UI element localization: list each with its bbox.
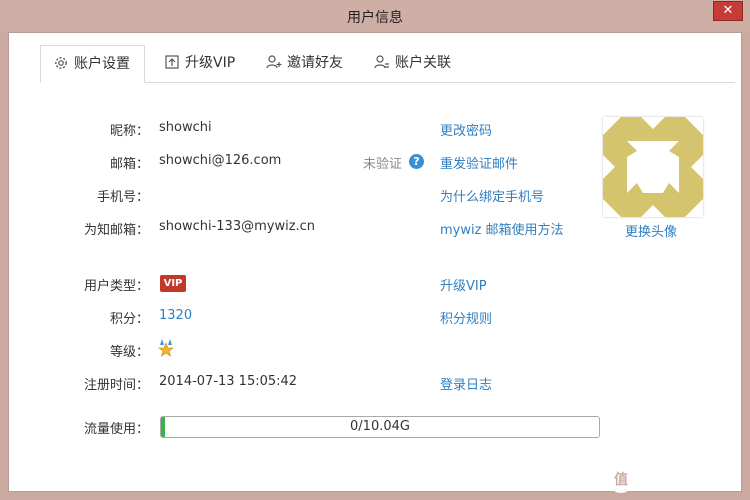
vip-badge: VIP: [160, 275, 186, 292]
tab-account-settings[interactable]: 账户设置: [40, 45, 145, 83]
window-title: 用户信息: [347, 10, 403, 26]
tab-label: 邀请好友: [287, 55, 343, 71]
traffic-progress-bar: 0/10.04G: [160, 416, 600, 438]
points-value[interactable]: 1320: [159, 308, 192, 323]
phone-label: 手机号：: [96, 190, 149, 205]
traffic-label: 流量使用：: [83, 422, 149, 437]
level-star-icon: [158, 339, 174, 357]
close-icon: ✕: [722, 3, 734, 18]
nickname-value: showchi: [159, 120, 212, 135]
email-status: 未验证: [363, 157, 403, 172]
watermark: 值 什么值得买: [608, 465, 740, 494]
watermark-text: 什么值得买: [640, 469, 740, 493]
tab-invite-friends[interactable]: 邀请好友: [266, 45, 343, 82]
tab-upgrade-vip[interactable]: 升级VIP: [164, 45, 235, 82]
login-log-link[interactable]: 登录日志: [440, 374, 492, 393]
user-type-label: 用户类型：: [83, 279, 149, 294]
register-time-value: 2014-07-13 15:05:42: [159, 374, 298, 389]
change-avatar-link[interactable]: 更换头像: [625, 221, 677, 240]
change-password-link[interactable]: 更改密码: [440, 120, 492, 139]
tab-account-link[interactable]: 账户关联: [374, 45, 451, 82]
email-value: showchi@126.com: [159, 153, 282, 168]
watermark-logo: 值: [608, 466, 634, 493]
tab-bar: 账户设置 升级VIP 邀请好友 账户关联: [40, 45, 735, 83]
upgrade-icon: [164, 54, 180, 70]
link-user-icon: [374, 54, 390, 70]
avatar[interactable]: [603, 117, 703, 217]
tab-label: 升级VIP: [185, 55, 236, 71]
email-label: 邮箱：: [109, 157, 149, 172]
user-info-panel: 账户设置 升级VIP 邀请好友 账户关联 昵称： showchi 更改密码 邮箱…: [8, 32, 742, 492]
resend-email-link[interactable]: 重发验证邮件: [440, 153, 518, 172]
level-label: 等级：: [109, 345, 149, 360]
tab-label: 账户关联: [395, 55, 451, 71]
points-label: 积分：: [109, 312, 149, 327]
why-bind-phone-link[interactable]: 为什么绑定手机号: [440, 186, 544, 205]
add-user-icon: [266, 54, 282, 70]
gear-icon: [53, 55, 69, 71]
mywiz-usage-link[interactable]: mywiz 邮箱使用方法: [440, 219, 564, 238]
avatar-pattern: [603, 117, 703, 217]
register-time-label: 注册时间：: [83, 378, 149, 393]
traffic-progress-text: 0/10.04G: [350, 419, 410, 434]
nickname-label: 昵称：: [109, 124, 149, 139]
close-button[interactable]: ✕: [713, 1, 743, 21]
points-rules-link[interactable]: 积分规则: [440, 308, 492, 327]
wiz-email-value: showchi-133@mywiz.cn: [159, 219, 316, 234]
wiz-email-label: 为知邮箱：: [83, 223, 149, 238]
title-bar[interactable]: 用户信息 ✕: [0, 0, 750, 32]
upgrade-vip-link[interactable]: 升级VIP: [440, 275, 487, 294]
help-icon[interactable]: ?: [409, 154, 424, 169]
tab-label: 账户设置: [74, 56, 130, 72]
